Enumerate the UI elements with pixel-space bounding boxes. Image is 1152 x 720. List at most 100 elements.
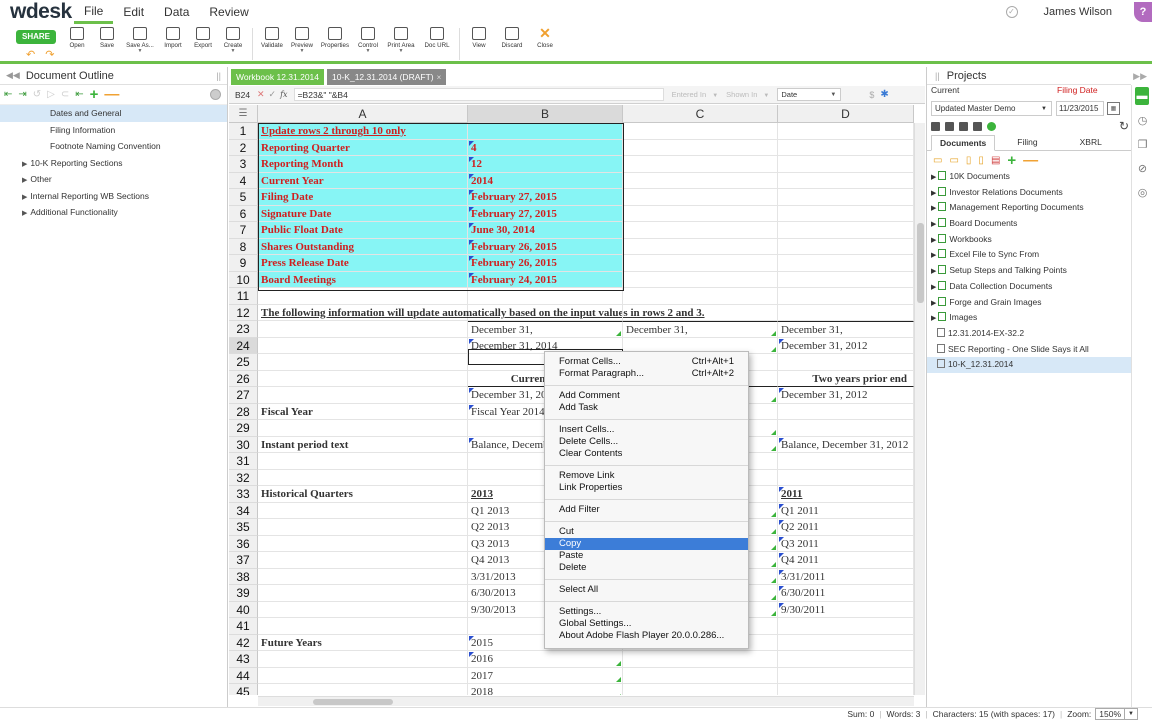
cell-a12[interactable]: The following information will update au…	[258, 304, 705, 321]
column-header-d[interactable]: D	[778, 105, 914, 123]
menu-data[interactable]: Data	[154, 0, 199, 24]
cell-a44[interactable]	[258, 667, 468, 684]
zoom-dropdown-caret[interactable]: ▼	[1125, 708, 1138, 720]
project-folder-item[interactable]: ▶ Board Documents	[927, 216, 1131, 232]
menu-file[interactable]: File	[74, 0, 114, 24]
cell-d7[interactable]	[778, 222, 914, 239]
row-header[interactable]: 23	[229, 321, 258, 338]
expand-arrow-icon[interactable]: ▶	[931, 190, 936, 197]
move-up-icon[interactable]: ↺	[33, 89, 41, 100]
cell-c12[interactable]	[623, 304, 778, 321]
expand-arrow-icon[interactable]: ▶	[931, 252, 936, 259]
cell-a42[interactable]: Future Years	[258, 634, 468, 651]
cell-c23[interactable]: December 31,	[623, 321, 778, 338]
cell-c9[interactable]	[623, 255, 778, 272]
cell-a23[interactable]	[258, 321, 468, 338]
cell-a32[interactable]	[258, 469, 468, 486]
tab-10k-draft[interactable]: 10-K_12.31.2014 (DRAFT) ×	[327, 69, 447, 85]
cell-b43[interactable]: 2016	[468, 651, 623, 668]
project-folder-item[interactable]: ▶ Forge and Grain Images	[927, 295, 1131, 311]
cell-b6[interactable]: February 27, 2015	[468, 205, 623, 222]
row-header[interactable]: 43	[229, 651, 258, 668]
cell-d36[interactable]: Q3 2011	[778, 535, 914, 552]
cell-a7[interactable]: Public Float Date	[258, 222, 468, 239]
cell-d44[interactable]	[778, 667, 914, 684]
cell-a3[interactable]: Reporting Month	[258, 156, 468, 173]
cell-a10[interactable]: Board Meetings	[258, 271, 468, 288]
import-button[interactable]: Import	[160, 24, 186, 49]
row-header[interactable]: 25	[229, 354, 258, 371]
row-header[interactable]: 5	[229, 189, 258, 206]
row-header[interactable]: 39	[229, 585, 258, 602]
cell-d26[interactable]: Two years prior end	[778, 370, 914, 387]
move-down-icon[interactable]: ▷	[47, 89, 55, 100]
row-header[interactable]: 45	[229, 684, 258, 695]
cell-d1[interactable]	[778, 123, 914, 140]
properties-button[interactable]: Properties	[319, 24, 351, 49]
cell-d4[interactable]	[778, 172, 914, 189]
cell-a8[interactable]: Shares Outstanding	[258, 238, 468, 255]
cell-b11[interactable]	[468, 288, 623, 305]
row-header[interactable]: 38	[229, 568, 258, 585]
project-document-item[interactable]: 12.31.2014-EX-32.2	[927, 326, 1131, 342]
outline-item[interactable]: ▶ 10-K Reporting Sections	[0, 155, 227, 172]
save-button[interactable]: Save	[94, 24, 120, 49]
context-menu-item[interactable]: Cut	[545, 526, 748, 538]
cell-d45[interactable]	[778, 684, 914, 695]
link-icon[interactable]: ⊂	[61, 89, 69, 100]
cell-a6[interactable]: Signature Date	[258, 205, 468, 222]
cell-d9[interactable]	[778, 255, 914, 272]
row-header[interactable]: 27	[229, 387, 258, 404]
context-menu-item[interactable]: Format Cells... Ctrl+Alt+1	[545, 356, 748, 368]
cell-c45[interactable]	[623, 684, 778, 695]
project-document-item[interactable]: 10-K_12.31.2014	[927, 357, 1131, 373]
row-header[interactable]: 44	[229, 667, 258, 684]
row-header[interactable]: 40	[229, 601, 258, 618]
context-menu-item[interactable]: Clear Contents	[545, 448, 748, 460]
cell-c6[interactable]	[623, 205, 778, 222]
cell-b23[interactable]: December 31,	[468, 321, 623, 338]
project-folder-item[interactable]: ▶ Investor Relations Documents	[927, 185, 1131, 201]
tab-workbook[interactable]: Workbook 12.31.2014	[231, 69, 325, 85]
row-header[interactable]: 8	[229, 238, 258, 255]
cell-a39[interactable]	[258, 585, 468, 602]
vertical-scroll-thumb[interactable]	[917, 223, 924, 303]
sync-icon[interactable]	[987, 121, 996, 131]
project-folder-item[interactable]: ▶ Workbooks	[927, 232, 1131, 248]
menu-review[interactable]: Review	[199, 0, 258, 24]
cell-d29[interactable]	[778, 420, 914, 437]
cell-a40[interactable]	[258, 601, 468, 618]
expand-arrow-icon[interactable]: ▶	[931, 268, 936, 275]
cell-a28[interactable]: Fiscal Year	[258, 403, 468, 420]
context-menu-item[interactable]: Format Paragraph... Ctrl+Alt+2	[545, 368, 748, 380]
row-header[interactable]: 33	[229, 486, 258, 503]
project-dropdown[interactable]: Updated Master Demo ▼	[931, 100, 1052, 116]
cell-b3[interactable]: 12	[468, 156, 623, 173]
project-document-item[interactable]: SEC Reporting - One Slide Says it All	[927, 342, 1131, 358]
cell-b7[interactable]: June 30, 2014	[468, 222, 623, 239]
cell-d8[interactable]	[778, 238, 914, 255]
cell-d35[interactable]: Q2 2011	[778, 519, 914, 536]
project-tool-icon[interactable]	[959, 121, 968, 131]
pdf-icon[interactable]: ▤	[991, 155, 1000, 166]
outline-item[interactable]: ▶ Internal Reporting WB Sections	[0, 188, 227, 205]
cell-d24[interactable]: December 31, 2012	[778, 337, 914, 354]
discard-button[interactable]: Discard	[496, 24, 528, 49]
indent-icon[interactable]: ⇤	[4, 89, 12, 100]
close-button[interactable]: ✕ Close	[532, 24, 558, 49]
context-menu-item[interactable]: Link Properties	[545, 482, 748, 494]
project-folder-item[interactable]: ▶ Images	[927, 310, 1131, 326]
validate-button[interactable]: Validate	[259, 24, 285, 49]
expand-panel-icon[interactable]: ▶▶	[1133, 67, 1147, 85]
cell-c44[interactable]	[623, 667, 778, 684]
cell-a27[interactable]	[258, 387, 468, 404]
history-icon[interactable]: ◷	[1132, 109, 1152, 133]
row-header[interactable]: 11	[229, 288, 258, 305]
horizontal-scroll-thumb[interactable]	[313, 699, 393, 705]
new-folder-icon[interactable]: ▭	[933, 155, 942, 166]
remove-icon[interactable]: —	[1023, 152, 1038, 169]
add-icon[interactable]: +	[90, 86, 99, 103]
add-icon[interactable]: +	[1007, 152, 1016, 169]
context-menu-item[interactable]: Select All	[545, 584, 748, 596]
outdent-icon[interactable]: ⇥	[18, 89, 26, 100]
